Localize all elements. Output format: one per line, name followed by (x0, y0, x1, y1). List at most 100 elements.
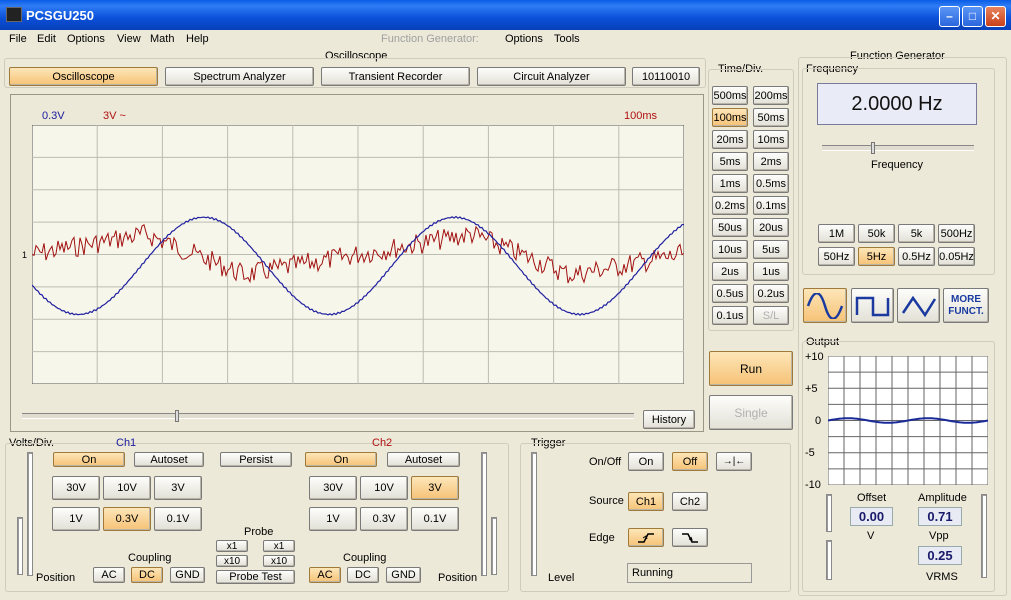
menu-file[interactable]: File (9, 33, 27, 45)
history-button[interactable]: History (643, 410, 695, 429)
timediv-button-7[interactable]: 2ms (753, 152, 789, 171)
ch2-volt-button-5[interactable]: 0.1V (411, 507, 459, 531)
trigger-edge-falling[interactable] (672, 528, 708, 547)
timediv-button-1[interactable]: 200ms (753, 86, 789, 105)
trigger-edge-rising[interactable] (628, 528, 664, 547)
timediv-button-6[interactable]: 5ms (712, 152, 748, 171)
minimize-button[interactable]: – (939, 6, 960, 27)
ch2-volt-button-4[interactable]: 0.3V (360, 507, 408, 531)
fg-more-functions-button[interactable]: MORE FUNCT. (943, 288, 989, 323)
ch1-volt-button-2[interactable]: 3V (154, 476, 202, 500)
fg-amplitude-slider[interactable] (981, 494, 987, 578)
ch1-volt-button-5[interactable]: 0.1V (154, 507, 202, 531)
ch2-coupling-dc[interactable]: DC (347, 567, 379, 583)
tab-circuit-analyzer[interactable]: Circuit Analyzer (477, 67, 626, 86)
timediv-button-4[interactable]: 20ms (712, 130, 748, 149)
ch2-volt-button-0[interactable]: 30V (309, 476, 357, 500)
timediv-button-8[interactable]: 1ms (712, 174, 748, 193)
ch1-probe-x10[interactable]: x10 (216, 555, 248, 567)
timediv-button-17[interactable]: 1us (753, 262, 789, 281)
fg-range-button-1[interactable]: 50k (858, 224, 895, 243)
timediv-button-5[interactable]: 10ms (753, 130, 789, 149)
digital-code-button[interactable]: 10110010 (632, 67, 700, 86)
ch2-probe-x1[interactable]: x1 (263, 540, 295, 552)
fg-range-button-2[interactable]: 5k (898, 224, 935, 243)
ch1-coupling-dc[interactable]: DC (131, 567, 163, 583)
ch2-volts-slider[interactable] (481, 452, 487, 576)
trigger-off-button[interactable]: Off (672, 452, 708, 471)
ch1-volt-button-3[interactable]: 1V (52, 507, 100, 531)
timediv-button-11[interactable]: 0.1ms (753, 196, 789, 215)
timediv-button-21[interactable]: S/L (753, 306, 789, 325)
menu-fg-options[interactable]: Options (505, 33, 543, 45)
trigger-position-button[interactable]: →|← (716, 452, 752, 471)
menu-options[interactable]: Options (67, 33, 105, 45)
timediv-button-3[interactable]: 50ms (753, 108, 789, 127)
menu-help[interactable]: Help (186, 33, 209, 45)
fg-range-button-7[interactable]: 0.05Hz (938, 247, 975, 266)
ch2-coupling-ac[interactable]: AC (309, 567, 341, 583)
trigger-on-button[interactable]: On (628, 452, 664, 471)
menu-edit[interactable]: Edit (37, 33, 56, 45)
tab-spectrum-analyzer[interactable]: Spectrum Analyzer (165, 67, 314, 86)
menu-math[interactable]: Math (150, 33, 174, 45)
history-slider[interactable] (22, 413, 634, 419)
ch1-position-slider[interactable] (17, 517, 23, 575)
single-button[interactable]: Single (709, 395, 793, 430)
ch1-volts-slider[interactable] (27, 452, 33, 576)
timediv-button-16[interactable]: 2us (712, 262, 748, 281)
ch1-volt-button-4[interactable]: 0.3V (103, 507, 151, 531)
fg-square-button[interactable] (851, 288, 894, 323)
fg-offset-value[interactable]: 0.00 (850, 507, 893, 526)
ch2-volt-button-3[interactable]: 1V (309, 507, 357, 531)
timediv-button-18[interactable]: 0.5us (712, 284, 748, 303)
fg-range-button-0[interactable]: 1M (818, 224, 855, 243)
ch2-on-button[interactable]: On (305, 452, 377, 467)
menu-view[interactable]: View (117, 33, 141, 45)
persist-button[interactable]: Persist (220, 452, 292, 467)
timediv-button-2[interactable]: 100ms (712, 108, 748, 127)
ch2-coupling-gnd[interactable]: GND (386, 567, 421, 583)
ch1-coupling-gnd[interactable]: GND (170, 567, 205, 583)
ch1-probe-x1[interactable]: x1 (216, 540, 248, 552)
ch1-on-button[interactable]: On (53, 452, 125, 467)
run-button[interactable]: Run (709, 351, 793, 386)
ch1-autoset-button[interactable]: Autoset (134, 452, 204, 467)
ch2-volt-button-2[interactable]: 3V (411, 476, 459, 500)
ch2-autoset-button[interactable]: Autoset (387, 452, 460, 467)
ch1-volt-button-0[interactable]: 30V (52, 476, 100, 500)
timediv-button-14[interactable]: 10us (712, 240, 748, 259)
timediv-button-13[interactable]: 20us (753, 218, 789, 237)
timediv-button-20[interactable]: 0.1us (712, 306, 748, 325)
ch1-coupling-ac[interactable]: AC (93, 567, 125, 583)
timediv-button-15[interactable]: 5us (753, 240, 789, 259)
ch2-position-slider[interactable] (491, 517, 497, 575)
ch1-volt-button-1[interactable]: 10V (103, 476, 151, 500)
close-button[interactable]: ✕ (985, 6, 1006, 27)
fg-sine-button[interactable] (803, 288, 847, 323)
tab-transient-recorder[interactable]: Transient Recorder (321, 67, 470, 86)
fg-offset-fine-slider[interactable] (826, 540, 832, 580)
fg-range-button-6[interactable]: 0.5Hz (898, 247, 935, 266)
trigger-level-slider[interactable] (531, 452, 537, 576)
fg-amplitude-value[interactable]: 0.71 (918, 507, 962, 526)
timediv-button-19[interactable]: 0.2us (753, 284, 789, 303)
fg-range-button-4[interactable]: 50Hz (818, 247, 855, 266)
timediv-button-9[interactable]: 0.5ms (753, 174, 789, 193)
scope-display[interactable] (32, 125, 684, 384)
timediv-button-10[interactable]: 0.2ms (712, 196, 748, 215)
ch2-volt-button-1[interactable]: 10V (360, 476, 408, 500)
trigger-source-ch1[interactable]: Ch1 (628, 492, 664, 511)
maximize-button[interactable]: □ (962, 6, 983, 27)
menu-fg-tools[interactable]: Tools (554, 33, 580, 45)
timediv-button-12[interactable]: 50us (712, 218, 748, 237)
fg-triangle-button[interactable] (897, 288, 940, 323)
probe-test-button[interactable]: Probe Test (216, 570, 295, 584)
fg-range-button-3[interactable]: 500Hz (938, 224, 975, 243)
fg-range-button-5[interactable]: 5Hz (858, 247, 895, 266)
ch2-probe-x10[interactable]: x10 (263, 555, 295, 567)
timediv-button-0[interactable]: 500ms (712, 86, 748, 105)
fg-offset-slider[interactable] (826, 494, 832, 532)
fg-frequency-slider[interactable] (822, 145, 974, 151)
history-slider-thumb[interactable] (175, 410, 179, 422)
